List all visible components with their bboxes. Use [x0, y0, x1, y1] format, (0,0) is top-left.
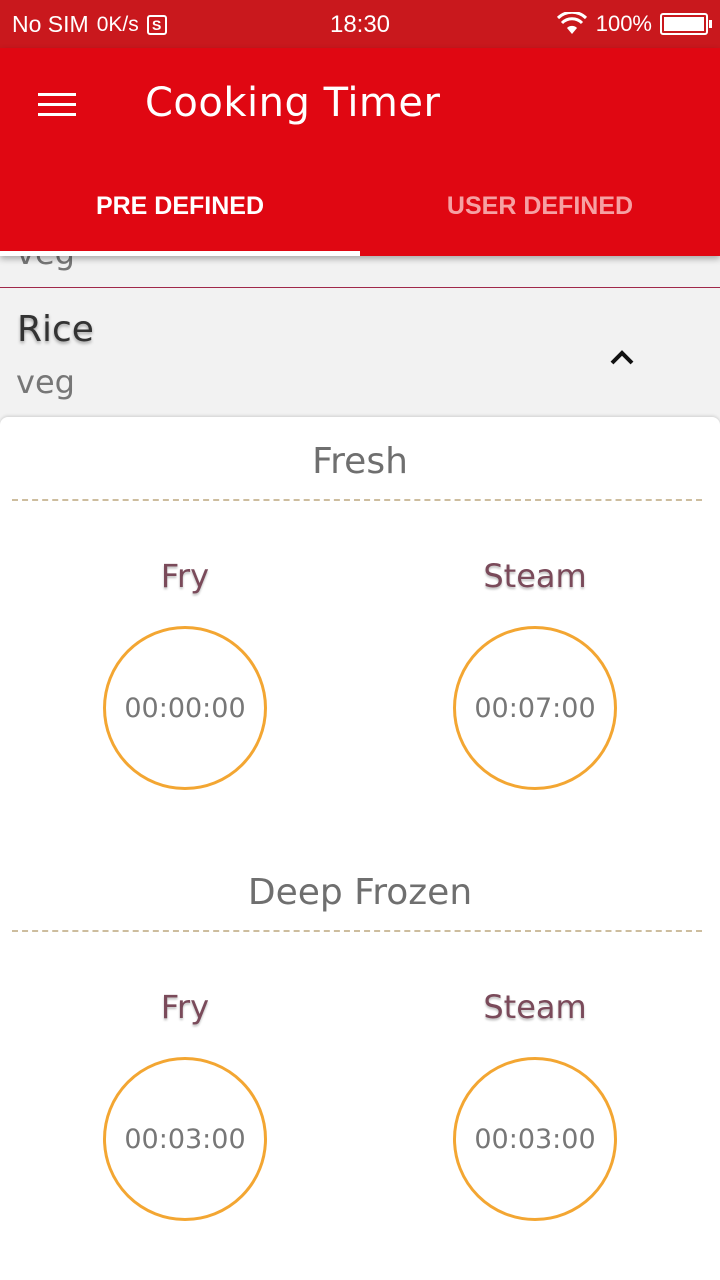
app-bar: Cooking Timer PRE DEFINED USER DEFINED: [0, 48, 720, 256]
timer-card: Fresh Fry Steam 00:00:00 00:07:00 Deep F…: [0, 417, 720, 1280]
battery-percent: 100%: [595, 11, 652, 36]
list-item-subtitle: veg: [16, 363, 75, 401]
section-title-fresh: Fresh: [312, 441, 408, 482]
tab-pre-defined[interactable]: PRE DEFINED: [0, 160, 360, 256]
timer-ring-frozen-fry[interactable]: 00:03:00: [103, 1057, 267, 1221]
battery-icon: [660, 13, 712, 35]
divider: [12, 930, 702, 932]
app-title: Cooking Timer: [145, 80, 441, 126]
method-label-fry: Fry: [160, 557, 210, 595]
chevron-up-icon[interactable]: [598, 337, 646, 377]
tab-user-defined[interactable]: USER DEFINED: [360, 160, 720, 256]
list-item-title: Rice: [17, 309, 94, 350]
list-item[interactable]: veg: [0, 256, 720, 288]
status-bar: No SIM 0K/s S 18:30 100%: [0, 0, 720, 48]
method-label-fry: Fry: [160, 988, 210, 1026]
list-item-rice[interactable]: Rice veg: [0, 289, 720, 417]
list-item-subtitle: veg: [16, 256, 75, 272]
timer-ring-fresh-steam[interactable]: 00:07:00: [453, 626, 617, 790]
method-label-steam: Steam: [483, 988, 587, 1026]
hamburger-menu-icon[interactable]: [28, 80, 84, 128]
method-label-steam: Steam: [483, 557, 587, 595]
section-title-deep-frozen: Deep Frozen: [247, 872, 473, 913]
timer-ring-fresh-fry[interactable]: 00:00:00: [103, 626, 267, 790]
tab-indicator: [0, 251, 360, 256]
wifi-icon: [556, 12, 587, 34]
status-right: 100%: [556, 11, 712, 37]
tab-bar: PRE DEFINED USER DEFINED: [0, 160, 720, 256]
divider: [12, 499, 702, 501]
timer-ring-frozen-steam[interactable]: 00:03:00: [453, 1057, 617, 1221]
content-area: veg Rice veg Fresh Fry Steam 00:00:00 00…: [0, 256, 720, 1280]
